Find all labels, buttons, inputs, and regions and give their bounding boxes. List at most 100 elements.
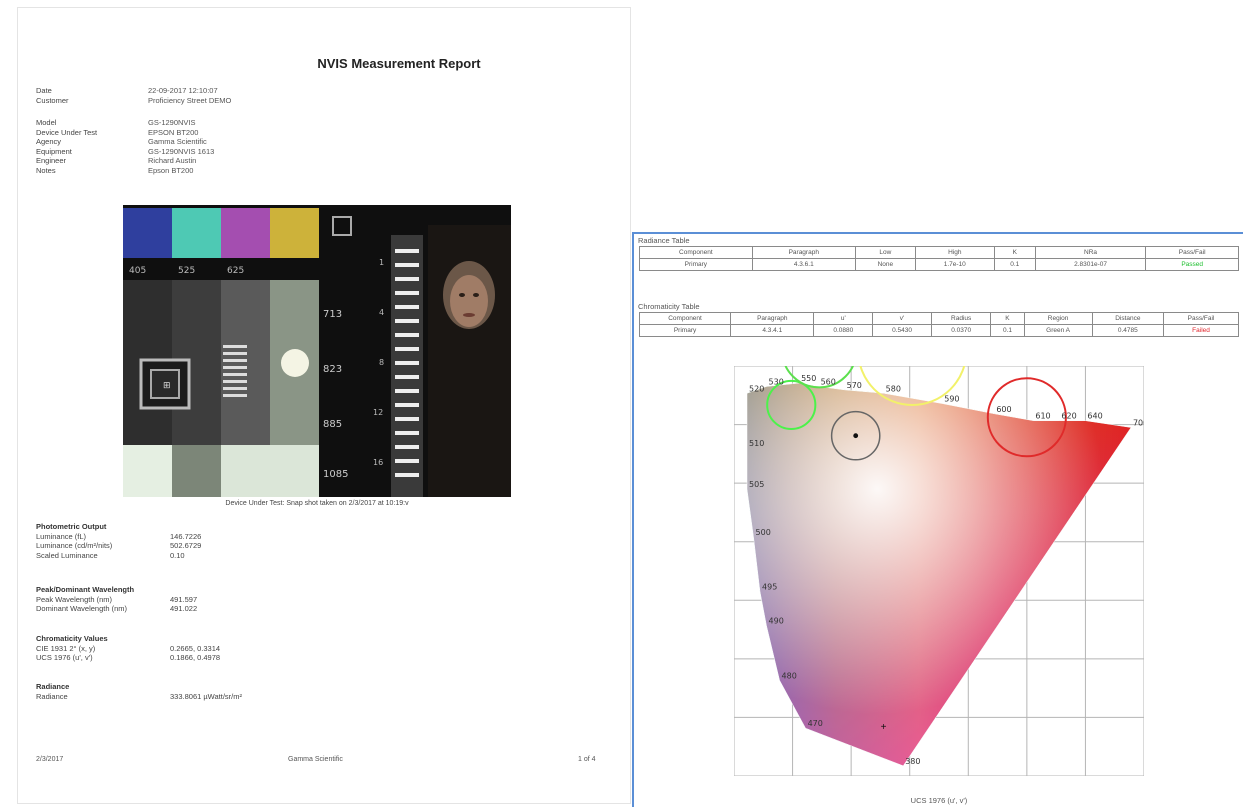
wavelength-label: 490 <box>769 617 784 626</box>
table-header: Pass/Fail <box>1163 312 1239 325</box>
row-value: 146.7226 <box>170 531 202 541</box>
table-cell: 0.4785 <box>1091 324 1165 337</box>
section-radiance: Radiance Radiance 333.8061 µWatt/sr/m² <box>36 682 242 701</box>
reference-point-marker: + <box>881 722 887 733</box>
table-header: u' <box>813 312 874 325</box>
detail-label: Device Under Test <box>36 127 98 137</box>
table-cell: 0.1 <box>993 258 1036 271</box>
radiance-table: Component Paragraph Low High K NRa Pass/… <box>639 246 1239 271</box>
wavelength-label: 380 <box>905 757 920 766</box>
section-row: Scaled Luminance 0.10 <box>36 551 201 561</box>
test-pattern-graphic: 405 525 625 ⊞ 713 823 885 1085 1 4 8 12 … <box>123 205 511 497</box>
x-axis-label: UCS 1976 (u', v') <box>910 796 968 805</box>
pass-fail-cell: Failed <box>1163 324 1239 337</box>
wavelength-label: 500 <box>756 528 771 537</box>
section-row: Radiance 333.8061 µWatt/sr/m² <box>36 692 242 702</box>
report-details: Model GS-1290NVIS Device Under Test EPSON … <box>36 118 214 176</box>
wavelength-label: 620 <box>1061 412 1076 421</box>
detail-value: GS-1290NVIS <box>148 118 196 127</box>
meta-row: Customer Proficiency Street DEMO <box>36 96 231 106</box>
cie-diagram-svg: 470 480 490 495 500 505 510 520 530 550 560 570 580 5… <box>733 295 1148 777</box>
table-cell: Green A <box>1023 324 1093 337</box>
table-header-row: Component Paragraph Low High K NRa Pass/… <box>639 246 1239 259</box>
section-heading: Radiance <box>36 682 70 691</box>
table-cell: 1.7e-10 <box>914 258 995 271</box>
table-cell: 0.0370 <box>930 324 992 337</box>
section-heading: Chromaticity Values <box>36 634 108 643</box>
footer-agency: Gamma Scientific <box>288 756 343 763</box>
color-gamut-fill <box>747 383 1131 766</box>
table-header: Component <box>638 312 732 325</box>
row-value: 0.10 <box>170 550 185 560</box>
pattern-label: 8 <box>379 358 384 367</box>
section-row: Luminance (fL) 146.7226 <box>36 532 201 542</box>
row-label: Peak Wavelength (nm) <box>36 594 113 604</box>
meta-row: Date 22-09-2017 12:10:07 <box>36 86 231 96</box>
table-header: Low <box>854 246 916 259</box>
report-title: NVIS Measurement Report <box>317 56 481 71</box>
pattern-label: 1085 <box>323 469 348 480</box>
meta-label: Customer <box>36 95 69 105</box>
table-cell: 0.5430 <box>872 324 932 337</box>
table-header: Radius <box>930 312 992 325</box>
detail-row: Engineer Richard Austin <box>36 156 214 166</box>
table-header: NRa <box>1034 246 1147 259</box>
table-cell: 4.3.6.1 <box>751 258 856 271</box>
footer-page-number: 1 of 4 <box>578 756 596 763</box>
row-label: UCS 1976 (u', v') <box>36 653 93 663</box>
meta-value: 22-09-2017 12:10:07 <box>148 86 218 95</box>
table-cell: Primary <box>638 324 732 337</box>
wavelength-label: 640 <box>1087 412 1102 421</box>
wavelength-label: 580 <box>886 384 901 393</box>
detail-row: Notes Epson BT200 <box>36 166 214 176</box>
row-label: Radiance <box>36 691 68 701</box>
detail-value: Richard Austin <box>148 156 197 166</box>
wavelength-label: 480 <box>782 671 797 680</box>
section-row: UCS 1976 (u', v') 0.1866, 0.4978 <box>36 653 220 663</box>
table-header: High <box>914 246 995 259</box>
section-chromaticity-values: Chromaticity Values CIE 1931 2° (x, y) 0.… <box>36 634 220 663</box>
chromaticity-table-label: Chromaticity Table <box>638 302 700 311</box>
pattern-label: 625 <box>227 266 244 276</box>
pattern-label: 16 <box>373 458 383 467</box>
row-value: 502.6729 <box>170 541 202 551</box>
pattern-label: 823 <box>323 364 342 375</box>
detail-label: Model <box>36 118 57 127</box>
pass-fail-cell: Passed <box>1145 258 1239 271</box>
svg-text:⊞: ⊞ <box>163 381 171 391</box>
section-row: CIE 1931 2° (x, y) 0.2665, 0.3314 <box>36 644 220 654</box>
wavelength-label: 700 <box>1133 419 1144 428</box>
device-snapshot-image: 405 525 625 ⊞ 713 823 885 1085 1 4 8 12 … <box>123 205 511 497</box>
table-cell: Primary <box>639 258 753 271</box>
detail-label: Agency <box>36 137 62 147</box>
section-row: Dominant Wavelength (nm) 491.022 <box>36 604 197 614</box>
wavelength-label: 505 <box>749 480 764 489</box>
row-label: CIE 1931 2° (x, y) <box>36 643 96 653</box>
wavelength-label: 610 <box>1035 412 1050 421</box>
section-peak-dominant-wavelength: Peak/Dominant Wavelength Peak Wavelength… <box>36 585 197 614</box>
table-header: Pass/Fail <box>1145 246 1239 259</box>
table-cell: 0.1 <box>990 324 1025 337</box>
pattern-label: 713 <box>323 309 342 320</box>
table-cell: 0.0880 <box>813 324 874 337</box>
radiance-table-label: Radiance Table <box>638 236 690 245</box>
table-cell: None <box>854 258 916 271</box>
wavelength-label: 510 <box>749 439 764 448</box>
table-row: Primary 4.3.4.1 0.0880 0.5430 0.0370 0.1… <box>638 324 1239 337</box>
row-value: 0.2665, 0.3314 <box>170 643 221 653</box>
wavelength-label: 530 <box>769 378 784 387</box>
section-heading: Photometric Output <box>36 522 107 531</box>
swatch-yellow <box>270 208 319 258</box>
section-row: Peak Wavelength (nm) 491.597 <box>36 595 197 605</box>
detail-row: Device Under Test EPSON BT200 <box>36 128 214 138</box>
section-photometric-output: Photometric Output Luminance (fL) 146.722… <box>36 522 201 560</box>
wavelength-label: 550 <box>801 374 816 383</box>
detail-row: Model GS-1290NVIS <box>36 118 214 128</box>
pattern-label: 405 <box>129 266 146 276</box>
row-label: Luminance (cd/m²/nits) <box>36 541 113 551</box>
table-row: Primary 4.3.6.1 None 1.7e-10 0.1 2.8301e… <box>639 258 1239 271</box>
chromaticity-table: Component Paragraph u' v' Radius K Regio… <box>638 312 1239 337</box>
detail-value: Epson BT200 <box>148 165 194 175</box>
meta-value: Proficiency Street DEMO <box>148 95 232 105</box>
table-header: K <box>993 246 1036 259</box>
